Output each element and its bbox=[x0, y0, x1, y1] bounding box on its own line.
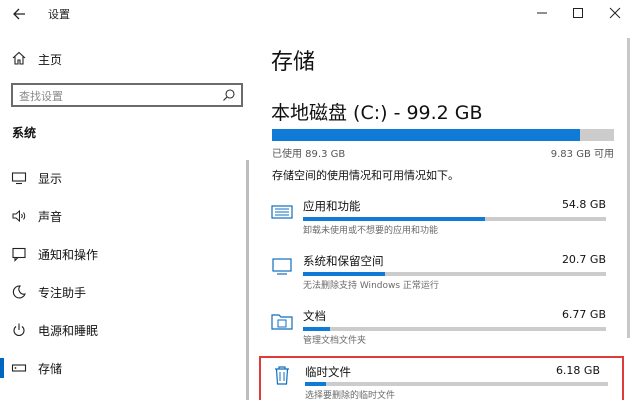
search-input[interactable]: 查找设置 bbox=[11, 83, 243, 107]
category-usage-bar bbox=[303, 217, 606, 221]
sidebar-item-display[interactable]: 显示 bbox=[0, 165, 245, 191]
category-name: 系统和保留空间 bbox=[303, 254, 384, 268]
category-usage-fill bbox=[305, 382, 327, 386]
sidebar-item-label: 通知和操作 bbox=[38, 248, 99, 262]
category-description: 选择要删除的临时文件 bbox=[305, 391, 396, 400]
category-usage-bar bbox=[303, 272, 606, 276]
category-description: 无法删除支持 Windows 正常运行 bbox=[303, 281, 439, 291]
storage-category-documents[interactable]: 文档 6.77 GB 管理文档文件夹 bbox=[269, 308, 620, 356]
sidebar-item-focus-assist[interactable]: 专注助手 bbox=[0, 279, 245, 305]
category-name: 文档 bbox=[303, 309, 326, 323]
title-bar-left: 设置 bbox=[0, 0, 255, 28]
storage-icon bbox=[11, 364, 27, 372]
category-usage-fill bbox=[303, 327, 331, 331]
search-icon[interactable] bbox=[222, 88, 236, 102]
back-arrow-icon[interactable] bbox=[10, 4, 30, 24]
power-icon bbox=[13, 323, 25, 337]
category-description: 管理文档文件夹 bbox=[303, 336, 367, 346]
free-space-label: 9.83 GB 可用 bbox=[550, 149, 614, 160]
documents-icon bbox=[271, 314, 293, 330]
storage-category-system[interactable]: 系统和保留空间 20.7 GB 无法删除支持 Windows 正常运行 bbox=[269, 253, 620, 301]
minimize-icon[interactable] bbox=[532, 4, 552, 22]
nav-home-label: 主页 bbox=[38, 53, 63, 67]
speaker-icon bbox=[12, 209, 26, 223]
category-size: 6.18 GB bbox=[555, 364, 600, 377]
notification-icon bbox=[12, 247, 26, 262]
disk-title: 本地磁盘 (C:) - 99.2 GB bbox=[271, 102, 483, 124]
nav-home[interactable]: 主页 bbox=[0, 46, 255, 72]
category-usage-fill bbox=[303, 272, 385, 276]
category-size: 20.7 GB bbox=[561, 253, 606, 266]
sidebar-item-sound[interactable]: 声音 bbox=[0, 203, 245, 229]
category-size: 54.8 GB bbox=[561, 198, 606, 211]
apps-icon bbox=[271, 205, 293, 219]
sidebar-item-power-sleep[interactable]: 电源和睡眠 bbox=[0, 317, 245, 343]
content-scrollbar[interactable] bbox=[627, 38, 630, 338]
category-size: 6.77 GB bbox=[561, 308, 606, 321]
usage-description: 存储空间的使用情况和可用情况如下。 bbox=[272, 169, 459, 182]
close-icon[interactable] bbox=[605, 4, 625, 22]
sidebar-item-label: 存储 bbox=[38, 362, 63, 376]
moon-icon bbox=[12, 285, 26, 299]
used-space-label: 已使用 89.3 GB bbox=[272, 149, 346, 160]
sidebar-item-notifications[interactable]: 通知和操作 bbox=[0, 241, 245, 267]
sidebar-item-label: 显示 bbox=[38, 172, 63, 186]
section-label-system: 系统 bbox=[12, 126, 37, 140]
system-icon bbox=[272, 258, 292, 275]
disk-usage-bar bbox=[272, 129, 614, 141]
settings-nav-pane: 设置 主页 查找设置 系统 显示 声音 通知和操作 专注助手 电源和睡眠 存储 bbox=[0, 0, 255, 400]
sidebar-item-storage[interactable]: 存储 bbox=[0, 355, 245, 381]
app-title: 设置 bbox=[48, 8, 70, 21]
storage-category-apps[interactable]: 应用和功能 54.8 GB 卸载未使用或不想要的应用和功能 bbox=[269, 198, 620, 246]
nav-scrollbar[interactable] bbox=[246, 160, 249, 400]
sidebar-item-label: 专注助手 bbox=[38, 286, 87, 300]
search-placeholder: 查找设置 bbox=[19, 90, 63, 103]
storage-category-temp-files[interactable]: 临时文件 6.18 GB 选择要删除的临时文件 bbox=[259, 356, 624, 400]
category-name: 应用和功能 bbox=[303, 199, 361, 213]
category-name: 临时文件 bbox=[305, 365, 351, 379]
trash-icon bbox=[275, 366, 289, 385]
category-usage-bar bbox=[305, 382, 608, 386]
category-usage-bar bbox=[303, 327, 606, 331]
sidebar-item-label: 声音 bbox=[38, 210, 63, 224]
storage-content-pane: 存储 本地磁盘 (C:) - 99.2 GB 已使用 89.3 GB 9.83 … bbox=[255, 0, 633, 400]
disk-usage-fill bbox=[272, 129, 580, 141]
category-description: 卸载未使用或不想要的应用和功能 bbox=[303, 226, 439, 236]
home-icon bbox=[12, 51, 26, 65]
monitor-icon bbox=[11, 172, 27, 185]
maximize-icon[interactable] bbox=[568, 4, 588, 22]
category-usage-fill bbox=[303, 217, 485, 221]
page-title: 存储 bbox=[271, 50, 316, 75]
sidebar-item-label: 电源和睡眠 bbox=[38, 324, 99, 338]
